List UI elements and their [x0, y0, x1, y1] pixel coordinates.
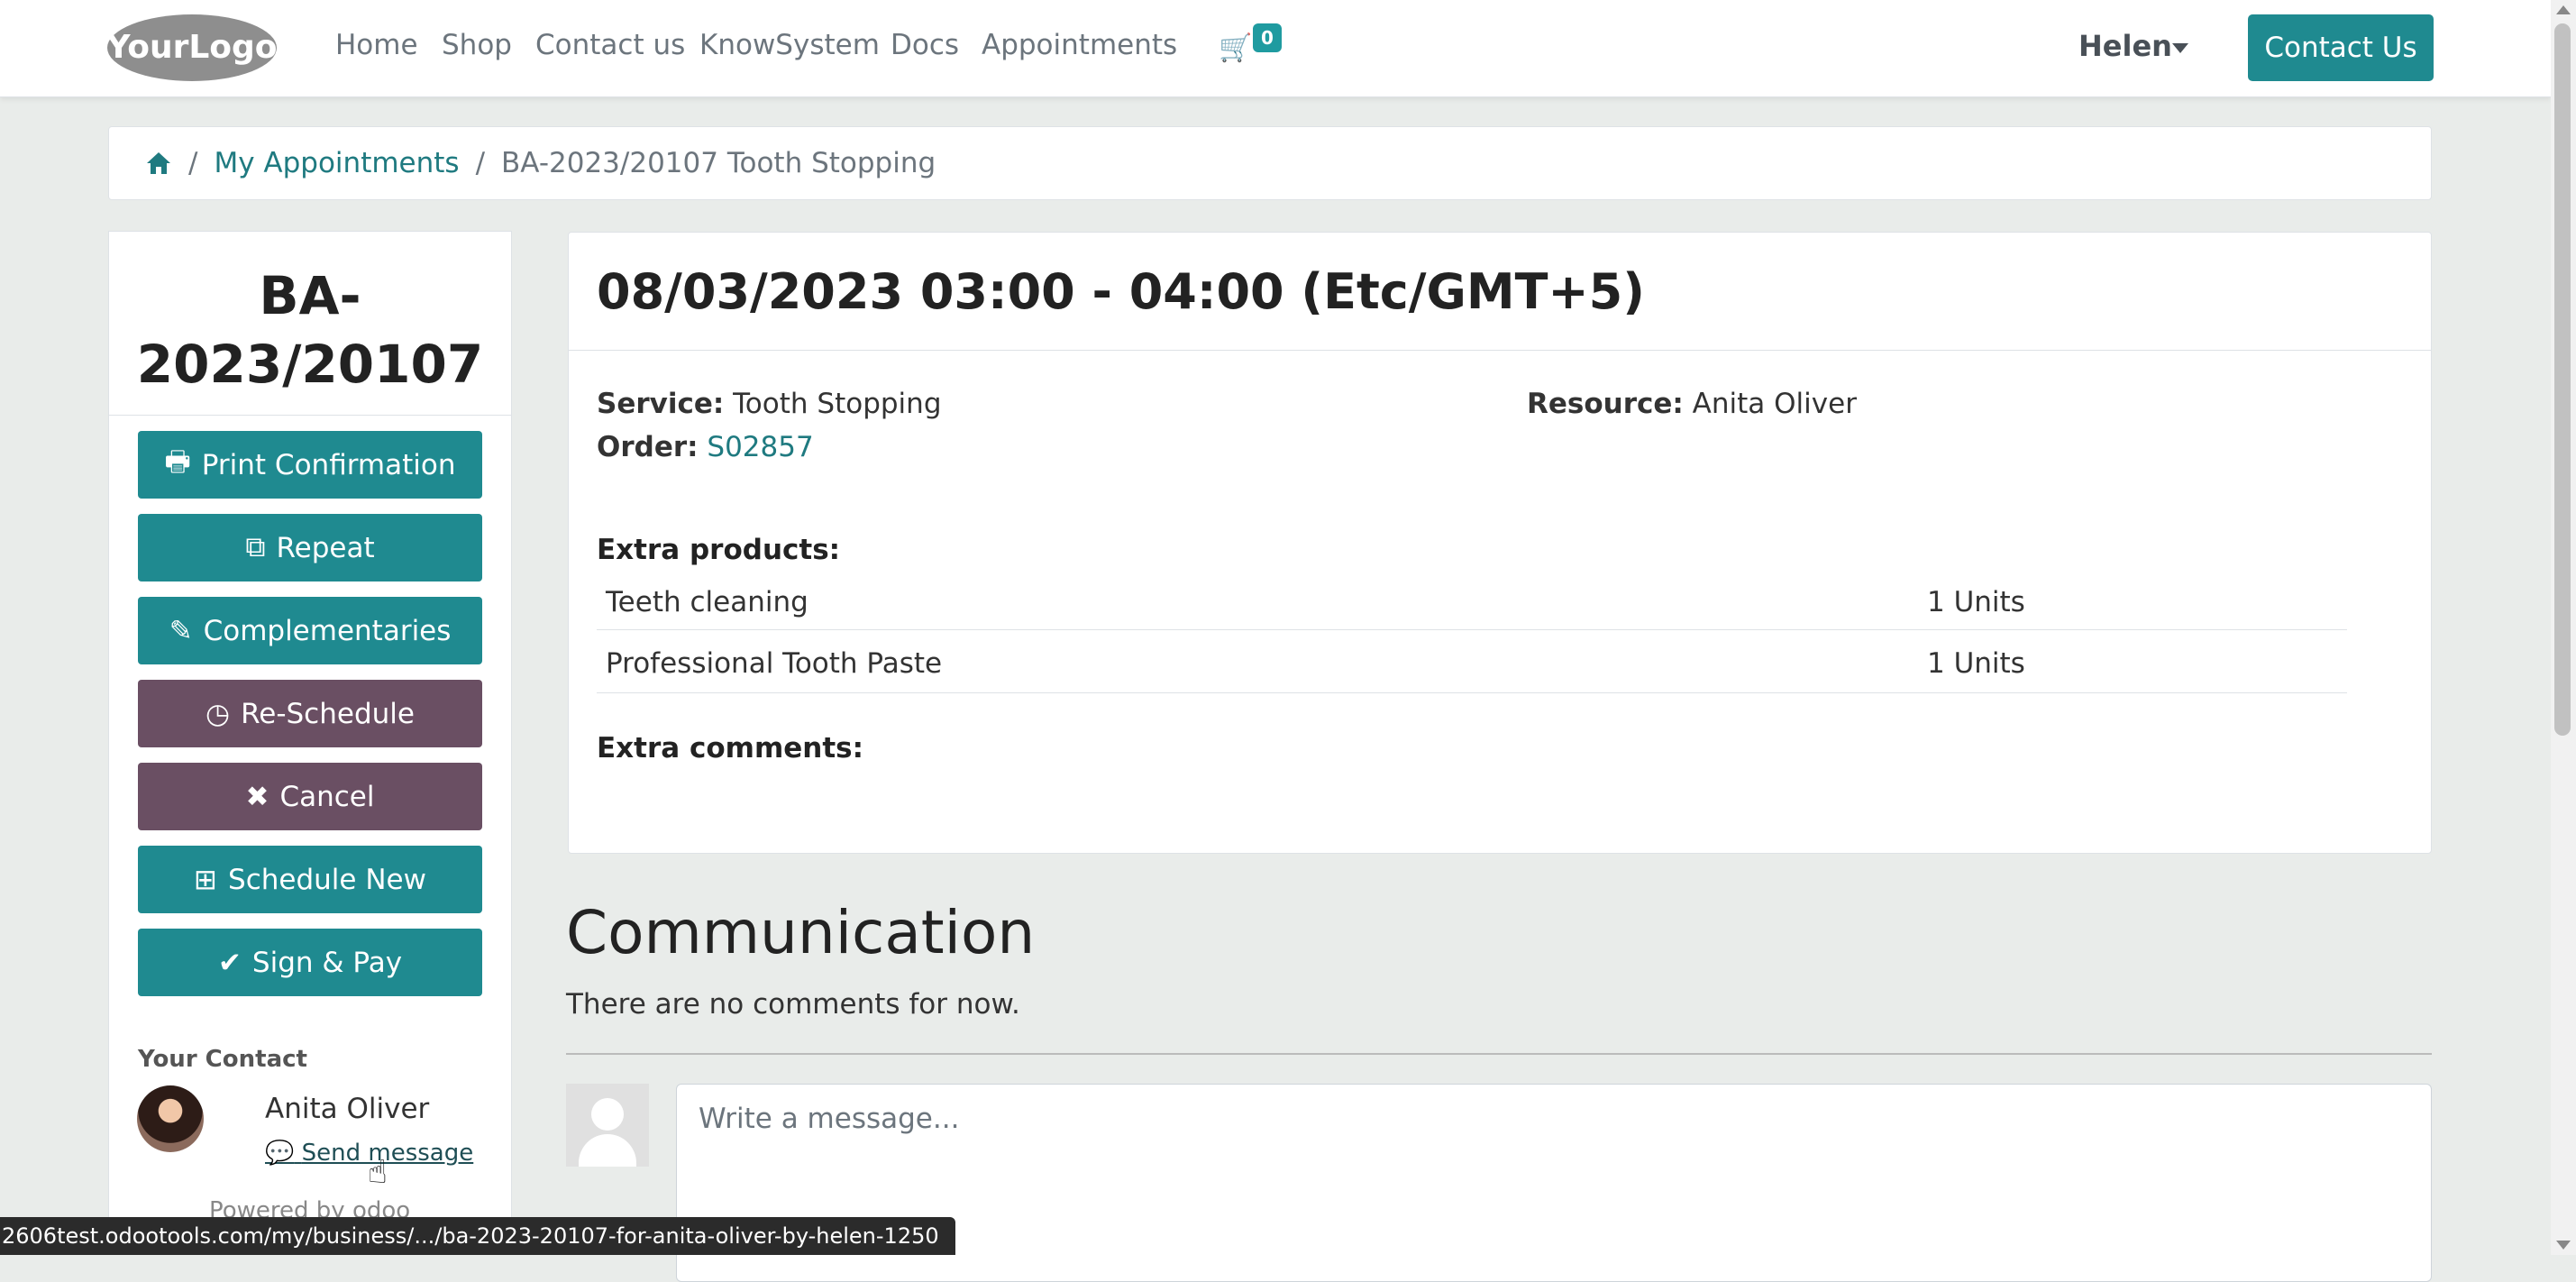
button-label: Cancel	[279, 780, 375, 813]
nav-appointments[interactable]: Appointments	[982, 29, 1177, 61]
button-label: Sign & Pay	[251, 946, 403, 979]
logo-text: YourLogo	[106, 29, 278, 66]
nav-contact-us[interactable]: Contact us	[535, 29, 685, 61]
your-contact-label: Your Contact	[138, 1046, 307, 1073]
resource-row: Resource: Anita Oliver	[1527, 388, 1857, 420]
complementaries-button[interactable]: ✎ Complementaries	[138, 597, 482, 664]
hand-cursor-icon: ☝	[368, 1154, 388, 1191]
sidebar-divider	[108, 415, 512, 416]
card-divider	[568, 350, 2432, 351]
contact-avatar	[137, 1085, 204, 1152]
reference-line-2: 2023/20107	[136, 334, 484, 395]
service-row: Service: Tooth Stopping	[597, 388, 942, 420]
caret-down-icon[interactable]	[2172, 43, 2188, 53]
product-name: Teeth cleaning	[606, 586, 808, 618]
contact-us-button[interactable]: Contact Us	[2248, 14, 2434, 81]
scroll-down-arrow-icon[interactable]	[2556, 1241, 2571, 1250]
schedule-new-button[interactable]: ⊞ Schedule New	[138, 846, 482, 913]
print-icon: 🖶	[164, 445, 191, 478]
avatar-head-shape	[591, 1098, 624, 1131]
plus-square-icon: ⊞	[194, 863, 218, 896]
order-row: Order: S02857	[597, 431, 814, 463]
close-icon: ✖	[245, 780, 269, 813]
nav-shop[interactable]: Shop	[442, 29, 512, 61]
reschedule-button[interactable]: ◷ Re-Schedule	[138, 680, 482, 747]
breadcrumb-separator: /	[475, 147, 486, 179]
clock-icon: ◷	[206, 697, 231, 730]
check-icon: ✔	[217, 946, 242, 979]
contact-name: Anita Oliver	[265, 1093, 430, 1125]
user-menu[interactable]: Helen	[2078, 29, 2172, 63]
scroll-up-arrow-icon[interactable]	[2556, 5, 2571, 14]
resource-value: Anita Oliver	[1692, 388, 1857, 420]
send-message-label: Send message	[301, 1140, 474, 1167]
communication-divider	[566, 1053, 2432, 1055]
comment-icon: 💬	[265, 1140, 295, 1167]
nav-home[interactable]: Home	[335, 29, 418, 61]
product-quantity: 1 Units	[1927, 586, 2025, 618]
resource-label: Resource:	[1527, 388, 1684, 420]
cancel-button[interactable]: ✖ Cancel	[138, 763, 482, 830]
order-link[interactable]: S02857	[707, 431, 813, 463]
appointment-time-heading: 08/03/2023 03:00 - 04:00 (Etc/GMT+5)	[597, 263, 1645, 320]
breadcrumb: / My Appointments / BA-2023/20107 Tooth …	[108, 126, 2432, 200]
product-row-divider	[597, 629, 2347, 630]
status-bar-url: 2606test.odootools.com/my/business/.../b…	[0, 1217, 955, 1255]
copy-icon: ⧉	[245, 531, 266, 563]
breadcrumb-my-appointments[interactable]: My Appointments	[214, 147, 459, 179]
button-label: Schedule New	[228, 863, 426, 896]
nav-knowsystem[interactable]: KnowSystem	[699, 29, 880, 61]
button-label: Print Confirmation	[201, 448, 456, 481]
breadcrumb-separator: /	[188, 147, 198, 179]
repeat-button[interactable]: ⧉ Repeat	[138, 514, 482, 581]
scrollbar-thumb[interactable]	[2554, 23, 2571, 736]
sign-and-pay-button[interactable]: ✔ Sign & Pay	[138, 929, 482, 996]
edit-icon: ✎	[169, 614, 193, 647]
home-icon[interactable]	[145, 151, 172, 176]
button-label: Re-Schedule	[241, 697, 415, 730]
nav-docs[interactable]: Docs	[891, 29, 959, 61]
extra-products-label: Extra products:	[597, 534, 841, 566]
button-label: Repeat	[276, 531, 375, 564]
product-quantity: 1 Units	[1927, 647, 2025, 680]
appointment-reference: BA- 2023/20107	[108, 261, 512, 398]
product-name: Professional Tooth Paste	[606, 647, 943, 680]
reference-line-1: BA-	[259, 265, 361, 326]
product-row-divider	[597, 692, 2347, 693]
button-label: Complementaries	[203, 614, 452, 647]
cart-count-badge: 0	[1253, 23, 1282, 52]
service-label: Service:	[597, 388, 725, 420]
service-value: Tooth Stopping	[733, 388, 942, 420]
breadcrumb-current: BA-2023/20107 Tooth Stopping	[501, 147, 936, 179]
shopping-cart-icon[interactable]: 🛒	[1219, 32, 1252, 64]
company-logo[interactable]: YourLogo	[106, 13, 278, 83]
no-comments-text: There are no comments for now.	[566, 988, 1020, 1021]
print-confirmation-button[interactable]: 🖶 Print Confirmation	[138, 431, 482, 499]
communication-heading: Communication	[566, 898, 1036, 967]
extra-comments-label: Extra comments:	[597, 732, 864, 765]
order-label: Order:	[597, 431, 699, 463]
